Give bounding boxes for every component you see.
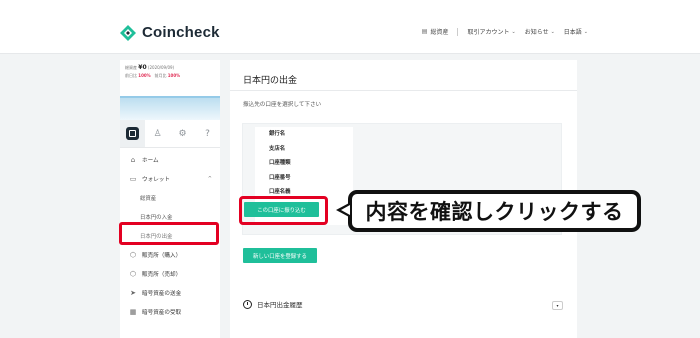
highlight-box-transfer	[239, 196, 328, 225]
withdraw-history-header[interactable]: 日本円出金履歴	[243, 299, 303, 309]
nav-total-assets[interactable]: ▤ 総資産	[422, 27, 449, 36]
field-account-number: 口座番号	[269, 174, 291, 181]
top-header: Coincheck ▤ 総資産 取引アカウント ⌄ お知らせ ⌄ 日本語 ⌄	[0, 0, 700, 54]
callout-pointer-inner	[341, 205, 350, 215]
change1-value: 100%	[138, 73, 151, 78]
nav-language-label: 日本語	[563, 29, 582, 36]
sidebar-item-exchange-sell[interactable]: ⬡ 販売所（売却）	[120, 264, 220, 283]
sidebar-item-label: 日本円の入金	[140, 214, 173, 221]
field-account-type: 口座種類	[269, 160, 291, 166]
divider	[230, 90, 577, 91]
sidebar-item-total-assets[interactable]: 総資産	[120, 188, 220, 207]
sidebar-item-wallet[interactable]: ▭ ウォレット ^	[120, 169, 220, 188]
instruction-text: 振込先の口座を選択して下さい	[243, 102, 322, 108]
history-icon	[243, 299, 252, 309]
sidebar-item-label: 販売所（売却）	[142, 271, 182, 278]
balance-sparkline	[120, 96, 220, 120]
logo-icon	[120, 24, 136, 41]
field-bank-name: 銀行名	[269, 131, 286, 137]
logo-text: Coincheck	[142, 24, 220, 41]
sidebar: 総資産 ¥0 (2020/09/09) 前日比 100% 前月比 100% ♙ …	[120, 60, 220, 338]
change2-value: 100%	[167, 73, 181, 78]
tab-dashboard[interactable]	[120, 120, 145, 147]
sidebar-item-label: ホーム	[142, 157, 159, 164]
nav-total-assets-label: 総資産	[430, 29, 449, 36]
document-icon: ▤	[421, 28, 428, 35]
balance-value: ¥0	[138, 64, 147, 71]
sidebar-item-label: ウォレット	[142, 176, 170, 183]
nav-notifications-label: お知らせ	[524, 29, 549, 36]
balance-date: (2020/09/09)	[147, 65, 175, 70]
balance-summary: 総資産 ¥0 (2020/09/09) 前日比 100% 前月比 100%	[120, 60, 220, 80]
tab-help[interactable]: ?	[195, 120, 220, 147]
field-branch-name: 支店名	[269, 145, 286, 152]
tab-settings[interactable]: ⚙	[170, 120, 195, 147]
nav-language[interactable]: 日本語 ⌄	[563, 27, 588, 37]
user-icon: ♙	[153, 128, 162, 139]
help-icon: ?	[205, 128, 210, 139]
sidebar-item-exchange-buy[interactable]: ⬡ 販売所（購入）	[120, 245, 220, 264]
wallet-icon: ▭	[129, 174, 137, 183]
sidebar-item-label: 暗号資産の受取	[142, 309, 182, 316]
nav-trading-account[interactable]: 取引アカウント ⌄	[467, 27, 516, 37]
change1-label: 前日比	[125, 73, 137, 78]
gear-icon: ⚙	[178, 128, 187, 139]
nav-notifications[interactable]: お知らせ ⌄	[524, 27, 555, 37]
change2-label: 前月比	[154, 73, 167, 78]
qr-icon: ▦	[129, 307, 137, 316]
send-icon: ➤	[130, 288, 136, 297]
sidebar-item-home[interactable]: ⌂ ホーム	[120, 150, 220, 169]
chevron-down-icon: ⌄	[511, 28, 516, 35]
register-new-account-button[interactable]: 新しい口座を登録する	[243, 248, 317, 263]
home-icon: ⌂	[130, 155, 136, 164]
sidebar-item-label: 総資産	[140, 195, 157, 202]
nav-trading-account-label: 取引アカウント	[467, 29, 510, 36]
chevron-down-icon: ⌄	[583, 28, 588, 35]
history-toggle-button[interactable]: ▾	[552, 301, 563, 310]
chevron-up-icon: ^	[207, 175, 212, 182]
nav-divider	[457, 27, 459, 36]
annotation-callout: 内容を確認しクリックする	[348, 190, 641, 232]
sidebar-item-label: 販売所（購入）	[142, 252, 182, 259]
history-title: 日本円出金履歴	[257, 301, 303, 309]
grid-icon	[126, 127, 139, 140]
coincheck-logo[interactable]: Coincheck	[120, 24, 220, 41]
highlight-box-sidebar	[119, 222, 219, 245]
sidebar-item-label: 暗号資産の送金	[142, 290, 182, 297]
sidebar-item-crypto-receive[interactable]: ▦ 暗号資産の受取	[120, 302, 220, 321]
sidebar-item-crypto-send[interactable]: ➤ 暗号資産の送金	[120, 283, 220, 302]
balance-label: 総資産	[125, 65, 137, 70]
cube-icon: ⬡	[129, 250, 137, 259]
chevron-down-icon: ⌄	[550, 28, 555, 35]
sidebar-tabs: ♙ ⚙ ?	[120, 120, 220, 148]
top-nav: ▤ 総資産 取引アカウント ⌄ お知らせ ⌄ 日本語 ⌄	[413, 27, 588, 36]
tab-account[interactable]: ♙	[145, 120, 170, 147]
cube-icon: ⬡	[129, 269, 137, 278]
page-title: 日本円の出金	[243, 76, 298, 86]
